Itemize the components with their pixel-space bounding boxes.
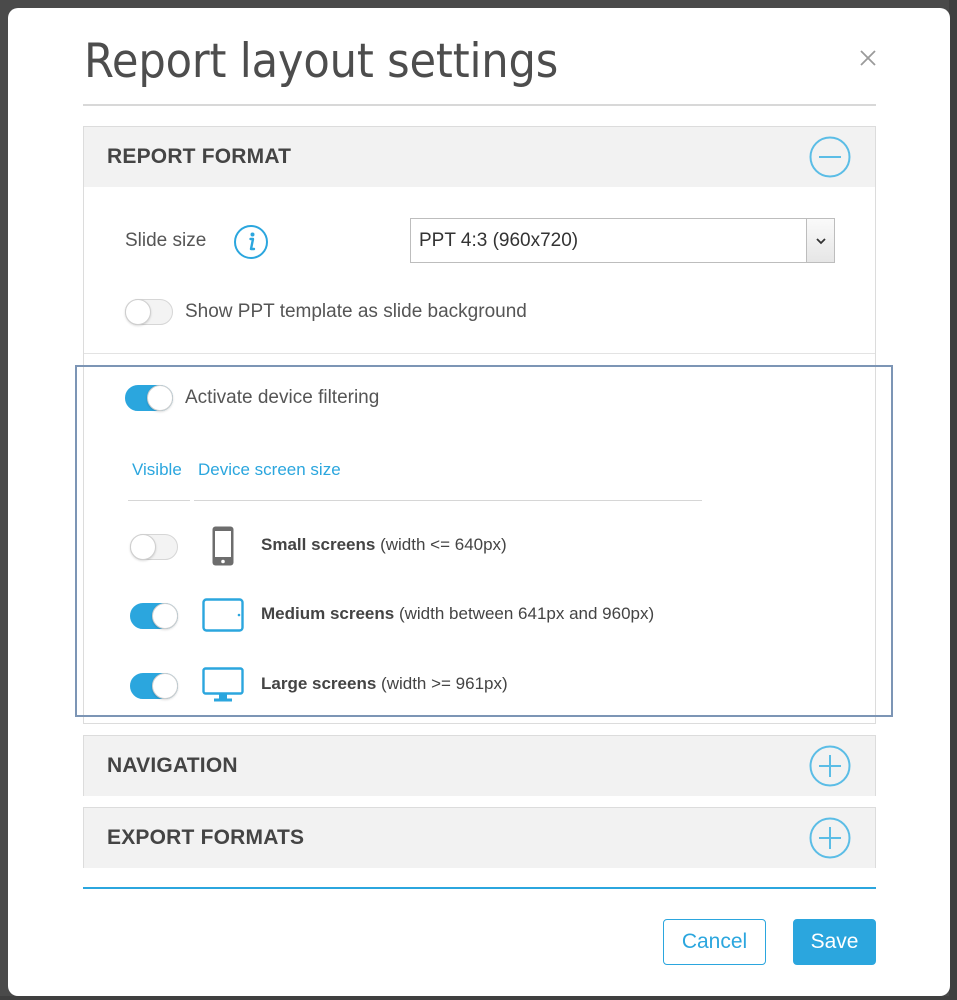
medium-screens-toggle[interactable] xyxy=(130,603,178,629)
collapse-minus-icon[interactable] xyxy=(809,136,851,178)
small-screens-label: Small screens (width <= 640px) xyxy=(261,535,507,555)
chevron-down-icon xyxy=(815,237,826,244)
device-detail: (width >= 961px) xyxy=(381,674,508,693)
device-detail: (width between 641px and 960px) xyxy=(398,604,655,623)
section-title: NAVIGATION xyxy=(107,754,238,777)
ppt-template-label: Show PPT template as slide background xyxy=(185,301,527,322)
backdrop-edge-bottom xyxy=(0,996,957,1000)
device-row-large: Large screens (width >= 961px) xyxy=(84,664,844,708)
tablet-icon xyxy=(202,598,244,632)
backdrop-edge xyxy=(949,0,957,1000)
column-rule xyxy=(194,500,702,501)
monitor-icon xyxy=(202,667,244,702)
toggle-knob xyxy=(152,603,178,629)
report-format-section: REPORT FORMAT Slide size PPT 4:3 (960x72… xyxy=(83,126,876,724)
device-row-small: Small screens (width <= 640px) xyxy=(84,525,844,569)
report-layout-dialog: Report layout settings REPORT FORMAT Sli… xyxy=(8,8,950,996)
toggle-knob xyxy=(147,385,173,411)
export-formats-header[interactable]: EXPORT FORMATS xyxy=(84,808,875,868)
section-divider xyxy=(84,353,875,354)
device-filtering-toggle[interactable] xyxy=(125,385,173,411)
slide-size-value: PPT 4:3 (960x720) xyxy=(419,230,579,251)
column-rule xyxy=(128,500,190,501)
column-device-screen-size: Device screen size xyxy=(198,460,341,479)
ppt-template-toggle[interactable] xyxy=(125,299,173,325)
save-button[interactable]: Save xyxy=(793,919,876,965)
toggle-knob xyxy=(125,299,151,325)
slide-size-select[interactable]: PPT 4:3 (960x720) xyxy=(410,218,835,263)
info-icon[interactable] xyxy=(233,224,269,260)
small-screens-toggle[interactable] xyxy=(130,534,178,560)
device-name: Small screens xyxy=(261,535,376,554)
medium-screens-label: Medium screens (width between 641px and … xyxy=(261,604,654,624)
toggle-knob xyxy=(152,673,178,699)
close-icon xyxy=(860,50,876,66)
device-detail: (width <= 640px) xyxy=(380,535,507,554)
export-formats-section: EXPORT FORMATS xyxy=(83,807,876,868)
section-title: EXPORT FORMATS xyxy=(107,826,305,849)
column-visible: Visible xyxy=(132,460,182,479)
section-title: REPORT FORMAT xyxy=(107,145,292,168)
expand-plus-icon[interactable] xyxy=(809,745,851,787)
toggle-knob xyxy=(130,534,156,560)
device-name: Medium screens xyxy=(261,604,395,623)
large-screens-label: Large screens (width >= 961px) xyxy=(261,674,508,694)
footer-divider xyxy=(83,887,876,889)
title-divider xyxy=(83,104,876,106)
device-name: Large screens xyxy=(261,674,377,693)
navigation-section: NAVIGATION xyxy=(83,735,876,796)
device-row-medium: Medium screens (width between 641px and … xyxy=(84,594,844,638)
cancel-button[interactable]: Cancel xyxy=(663,919,766,965)
phone-icon xyxy=(212,526,234,566)
close-button[interactable] xyxy=(856,46,880,70)
device-filtering-label: Activate device filtering xyxy=(185,387,380,408)
report-format-header[interactable]: REPORT FORMAT xyxy=(84,127,875,187)
expand-plus-icon[interactable] xyxy=(809,817,851,859)
select-arrow[interactable] xyxy=(806,219,834,262)
navigation-header[interactable]: NAVIGATION xyxy=(84,736,875,796)
dialog-title: Report layout settings xyxy=(84,34,559,89)
large-screens-toggle[interactable] xyxy=(130,673,178,699)
slide-size-label: Slide size xyxy=(125,230,207,251)
